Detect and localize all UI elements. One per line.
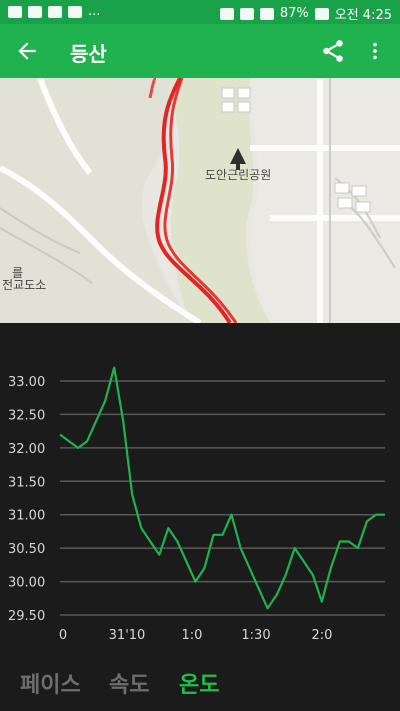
vpn-icon <box>68 5 82 18</box>
y-tick-label: 31.00 <box>8 509 45 524</box>
y-tick-label: 30.00 <box>8 576 45 591</box>
status-right: 87% 오전 4:25 <box>219 4 392 23</box>
y-tick-label: 31.50 <box>8 475 45 490</box>
x-tick-label: 31'10 <box>109 628 146 643</box>
share-icon[interactable] <box>320 38 346 64</box>
map-label-park: 도안근린공원 <box>205 168 272 182</box>
map-canvas <box>0 78 400 323</box>
tab-speed[interactable]: 속도 <box>109 667 149 699</box>
tab-temperature[interactable]: 온도 <box>179 667 219 699</box>
app-bar: 등산 <box>0 24 400 78</box>
cloud-icon <box>48 5 62 18</box>
y-tick-label: 32.00 <box>8 442 45 457</box>
temperature-chart: 33.00 32.50 32.00 31.50 31.00 30.50 30.00 29.50… <box>0 323 400 653</box>
image-icon <box>28 5 42 18</box>
x-tick-label: 0 <box>59 628 67 643</box>
y-tick-label: 33.00 <box>8 375 45 390</box>
status-more-dots: ... <box>88 4 101 19</box>
status-left: ... <box>8 4 100 19</box>
notification-icon <box>8 5 22 18</box>
x-tick-label: 2:0 <box>312 628 333 643</box>
page-title: 등산 <box>70 42 107 66</box>
chart-canvas: 33.00 32.50 32.00 31.50 31.00 30.50 30.00 29.50… <box>8 366 385 643</box>
y-tick-label: 30.50 <box>8 542 45 557</box>
battery-text: 87% <box>279 6 309 21</box>
signal-icon <box>259 7 274 20</box>
time-text: 오전 4:25 <box>334 8 392 23</box>
x-tick-label: 1:30 <box>241 628 270 643</box>
y-tick-label: 32.50 <box>8 408 45 423</box>
map-label-left: 전교도소 <box>2 278 47 292</box>
more-vert-icon[interactable] <box>364 38 386 64</box>
wifi-icon <box>239 7 254 20</box>
bluetooth-icon <box>219 7 234 20</box>
x-tick-label: 1:0 <box>182 628 203 643</box>
back-arrow-icon[interactable] <box>14 38 40 64</box>
bottom-tabs: 페이스 속도 온도 <box>0 653 400 711</box>
route-map[interactable]: 도안근린공원 를 전교도소 <box>0 78 400 323</box>
temperature-series-line <box>59 366 385 610</box>
status-bar: ... 87% 오전 4:25 <box>0 0 400 24</box>
battery-icon <box>314 7 329 20</box>
y-tick-label: 29.50 <box>8 609 45 624</box>
tab-pace[interactable]: 페이스 <box>20 667 81 699</box>
